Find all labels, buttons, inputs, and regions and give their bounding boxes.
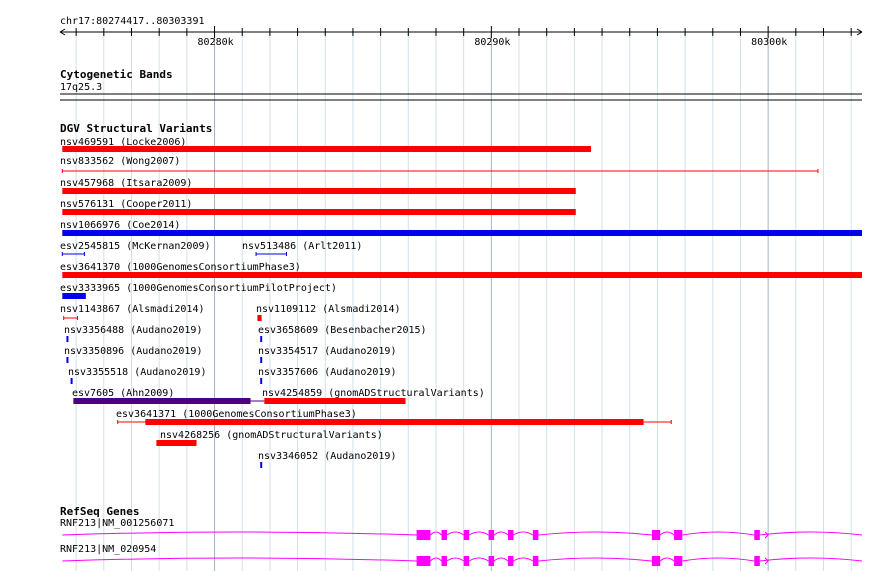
dgv-feature[interactable]: nsv1143867 (Alsmadi2014) xyxy=(60,304,205,320)
feature-label: nsv3346052 (Audano2019) xyxy=(258,451,396,462)
dgv-feature[interactable]: esv3658609 (Besenbacher2015) xyxy=(258,325,427,342)
feature-label: nsv3356488 (Audano2019) xyxy=(64,325,202,336)
feature-label: nsv833562 (Wong2007) xyxy=(60,156,180,167)
dgv-feature[interactable]: esv3333965 (1000GenomesConsortiumPilotPr… xyxy=(60,283,337,299)
feature-label: nsv576131 (Cooper2011) xyxy=(60,199,192,210)
gene-exon[interactable] xyxy=(651,530,661,540)
gene-exon[interactable] xyxy=(532,530,539,540)
feature-label: nsv3355518 (Audano2019) xyxy=(68,367,206,378)
feature-label: nsv457968 (Itsara2009) xyxy=(60,178,192,189)
track-title: DGV Structural Variants xyxy=(60,122,212,135)
cytogenetic-bands-track[interactable]: Cytogenetic Bands 17q25.3 xyxy=(60,68,862,101)
dgv-feature[interactable]: nsv1109112 (Alsmadi2014) xyxy=(256,304,401,321)
gene-exon[interactable] xyxy=(754,530,760,540)
feature-bar[interactable] xyxy=(62,293,86,299)
feature-label: esv3641370 (1000GenomesConsortiumPhase3) xyxy=(60,262,301,273)
gene-exon[interactable] xyxy=(488,530,495,540)
dgv-feature[interactable]: esv3641371 (1000GenomesConsortiumPhase3) xyxy=(116,409,672,425)
refseq-genes-track[interactable]: RefSeq Genes RNF213|NM_001256071RNF213|N… xyxy=(60,505,863,566)
genome-browser-view: chr17:80274417..80303391 80280k 80290k 8… xyxy=(59,16,863,571)
dgv-feature[interactable]: nsv833562 (Wong2007) xyxy=(60,156,819,173)
cytoband-label: 17q25.3 xyxy=(60,82,102,93)
dgv-feature[interactable]: esv7605 (Ahn2009) xyxy=(72,388,265,404)
feature-label: nsv4254859 (gnomADStructuralVariants) xyxy=(262,388,485,399)
dgv-features: nsv469591 (Locke2006)nsv833562 (Wong2007… xyxy=(60,137,863,468)
dgv-feature[interactable]: nsv457968 (Itsara2009) xyxy=(60,178,576,194)
ruler-tick-labels: 80280k 80290k 80300k xyxy=(198,37,788,48)
grid-lines xyxy=(75,33,852,571)
gene-intron-line xyxy=(62,531,863,536)
gene-exon[interactable] xyxy=(674,556,683,566)
gene-exon[interactable] xyxy=(416,530,431,540)
dgv-structural-variants-track[interactable]: DGV Structural Variants nsv469591 (Locke… xyxy=(60,122,863,468)
feature-bar[interactable] xyxy=(62,272,863,278)
feature-bar[interactable] xyxy=(260,357,263,363)
feature-bar[interactable] xyxy=(73,398,251,404)
feature-label: esv3658609 (Besenbacher2015) xyxy=(258,325,427,336)
feature-bar[interactable] xyxy=(156,440,197,446)
gene-feature[interactable]: RNF213|NM_020954 xyxy=(60,544,863,566)
feature-bar[interactable] xyxy=(70,378,73,384)
gene-label: RNF213|NM_001256071 xyxy=(60,518,174,529)
gene-exon[interactable] xyxy=(754,556,760,566)
feature-bar[interactable] xyxy=(62,209,576,215)
gene-exon[interactable] xyxy=(463,556,470,566)
ruler-title: chr17:80274417..80303391 xyxy=(60,16,205,27)
track-title: RefSeq Genes xyxy=(60,505,139,518)
feature-label: nsv3350896 (Audano2019) xyxy=(64,346,202,357)
gene-features: RNF213|NM_001256071 RNF213|NM_020954 xyxy=(60,518,863,566)
feature-label: esv7605 (Ahn2009) xyxy=(72,388,174,399)
feature-bar[interactable] xyxy=(62,230,863,236)
gene-feature[interactable]: RNF213|NM_001256071 xyxy=(60,518,863,540)
dgv-feature[interactable]: nsv513486 (Arlt2011) xyxy=(242,241,362,256)
feature-label: esv3333965 (1000GenomesConsortiumPilotPr… xyxy=(60,283,337,294)
feature-label: nsv1066976 (Coe2014) xyxy=(60,220,180,231)
ruler: chr17:80274417..80303391 80280k 80290k 8… xyxy=(59,16,863,48)
feature-label: esv2545815 (McKernan2009) xyxy=(60,241,211,252)
feature-label: nsv4268256 (gnomADStructuralVariants) xyxy=(160,430,383,441)
feature-label: nsv513486 (Arlt2011) xyxy=(242,241,362,252)
feature-bar[interactable] xyxy=(260,336,263,342)
feature-bar[interactable] xyxy=(62,146,591,152)
dgv-feature[interactable]: nsv3350896 (Audano2019) xyxy=(64,346,202,363)
gene-exon[interactable] xyxy=(532,556,539,566)
dgv-feature[interactable]: nsv3357606 (Audano2019) xyxy=(258,367,396,384)
feature-label: nsv1143867 (Alsmadi2014) xyxy=(60,304,205,315)
feature-bar[interactable] xyxy=(264,398,406,404)
gene-exon[interactable] xyxy=(674,530,683,540)
gene-label: RNF213|NM_020954 xyxy=(60,544,156,555)
dgv-feature[interactable]: nsv3355518 (Audano2019) xyxy=(68,367,206,384)
gene-exon[interactable] xyxy=(507,556,514,566)
dgv-feature[interactable]: nsv576131 (Cooper2011) xyxy=(60,199,576,215)
feature-bar[interactable] xyxy=(66,336,69,342)
gene-exon[interactable] xyxy=(463,530,470,540)
dgv-feature[interactable]: nsv3356488 (Audano2019) xyxy=(64,325,202,342)
feature-bar[interactable] xyxy=(62,188,576,194)
dgv-feature[interactable]: nsv3346052 (Audano2019) xyxy=(258,451,396,468)
gene-exon[interactable] xyxy=(441,530,448,540)
feature-bar[interactable] xyxy=(260,462,263,468)
gene-exon[interactable] xyxy=(441,556,448,566)
gene-exon[interactable] xyxy=(651,556,661,566)
feature-bar[interactable] xyxy=(257,315,262,321)
gene-exon[interactable] xyxy=(488,556,495,566)
ruler-tick-label: 80290k xyxy=(474,37,510,48)
gene-intron-line xyxy=(62,557,863,562)
feature-label: nsv1109112 (Alsmadi2014) xyxy=(256,304,401,315)
feature-label: nsv3357606 (Audano2019) xyxy=(258,367,396,378)
dgv-feature[interactable]: esv3641370 (1000GenomesConsortiumPhase3) xyxy=(60,262,863,278)
dgv-feature[interactable]: nsv3354517 (Audano2019) xyxy=(258,346,396,363)
dgv-feature[interactable]: nsv4254859 (gnomADStructuralVariants) xyxy=(262,388,485,404)
dgv-feature[interactable]: esv2545815 (McKernan2009) xyxy=(60,241,211,256)
feature-bar[interactable] xyxy=(260,378,263,384)
dgv-feature[interactable]: nsv1066976 (Coe2014) xyxy=(60,220,863,236)
gene-exon[interactable] xyxy=(416,556,431,566)
ruler-tick-label: 80280k xyxy=(198,37,234,48)
feature-label: esv3641371 (1000GenomesConsortiumPhase3) xyxy=(116,409,357,420)
track-title: Cytogenetic Bands xyxy=(60,68,173,81)
ruler-tick-label: 80300k xyxy=(751,37,787,48)
feature-bar[interactable] xyxy=(66,357,69,363)
gene-exon[interactable] xyxy=(507,530,514,540)
feature-label: nsv3354517 (Audano2019) xyxy=(258,346,396,357)
